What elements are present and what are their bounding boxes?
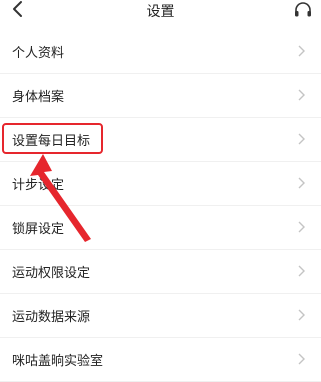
settings-item-label: 咪咕盖晌实验室 — [12, 354, 104, 369]
settings-item-label: 个人资料 — [12, 46, 65, 61]
chevron-right-icon — [298, 309, 305, 321]
highlight-box — [2, 123, 103, 154]
settings-item-label: 计步设定 — [12, 178, 65, 193]
chevron-right-icon — [298, 353, 305, 365]
settings-item-sport-permission[interactable]: 运动权限设定 — [0, 250, 321, 294]
chevron-right-icon — [298, 265, 305, 277]
settings-item-lock-screen[interactable]: 锁屏设定 — [0, 206, 321, 250]
chevron-right-icon — [298, 221, 305, 233]
settings-item-profile[interactable]: 个人资料 — [0, 30, 321, 74]
settings-item-data-source[interactable]: 运动数据来源 — [0, 294, 321, 338]
chevron-right-icon — [298, 133, 305, 145]
chevron-right-icon — [298, 45, 305, 57]
settings-item-label: 运动数据来源 — [12, 310, 91, 325]
settings-item-body-record[interactable]: 身体档案 — [0, 74, 321, 118]
settings-item-label: 运动权限设定 — [12, 266, 91, 281]
settings-item-step-setting[interactable]: 计步设定 — [0, 162, 321, 206]
settings-item-lab[interactable]: 咪咕盖晌实验室 — [0, 338, 321, 382]
top-bar: 设置 — [0, 0, 321, 22]
headset-icon[interactable] — [293, 1, 313, 19]
chevron-right-icon — [298, 177, 305, 189]
settings-item-label: 身体档案 — [12, 90, 65, 105]
settings-item-label: 锁屏设定 — [12, 222, 65, 237]
chevron-right-icon — [298, 89, 305, 101]
page-title: 设置 — [146, 4, 175, 20]
